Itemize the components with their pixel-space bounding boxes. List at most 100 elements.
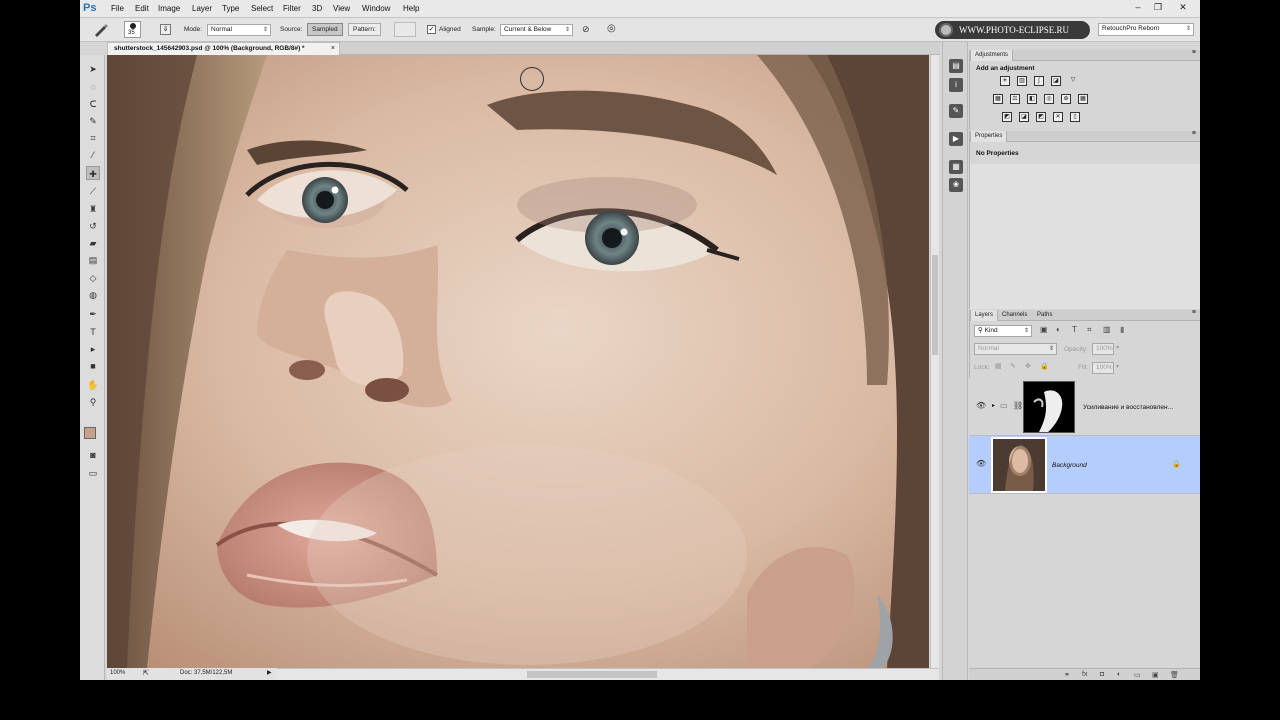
type-tool-icon[interactable]: T (86, 325, 100, 339)
gradient-tool-icon[interactable]: ▤ (86, 253, 100, 267)
path-selection-tool-icon[interactable]: ▸ (86, 342, 100, 356)
minimize-button[interactable]: – (1128, 1, 1148, 14)
tab-channels[interactable]: Channels (998, 310, 1031, 321)
menu-edit[interactable]: Edit (135, 4, 149, 13)
move-tool-icon[interactable]: ➤ (86, 62, 100, 76)
layer-row-group[interactable]: 👁 ▸ ▭ ⛓ Усиливание и восстановлен... (969, 378, 1200, 436)
fill-input[interactable]: 100% (1092, 362, 1114, 374)
close-tab-icon[interactable]: × (331, 43, 335, 55)
styles-icon[interactable]: ❀ (949, 178, 963, 192)
eyedropper-tool-icon[interactable]: ⁄ (86, 148, 100, 162)
add-mask-icon[interactable]: ◘ (1100, 671, 1104, 678)
brush-preset-picker[interactable]: 35 (124, 21, 141, 38)
filter-toggle-icon[interactable]: ▮ (1120, 325, 1124, 334)
blend-mode-select[interactable]: Normal ⇕ (974, 343, 1057, 355)
filter-adjustment-icon[interactable]: ◐ (1056, 325, 1061, 334)
tab-adjustments[interactable]: Adjustments (970, 50, 1014, 61)
sample-select[interactable]: Current & Below ⇕ (500, 24, 573, 36)
brush-presets-icon[interactable]: ✎ (949, 104, 963, 118)
pen-tool-icon[interactable]: ✒ (86, 307, 100, 321)
filter-type-icon[interactable]: T (1072, 325, 1077, 334)
rectangle-tool-icon[interactable]: ■ (86, 359, 100, 373)
lock-position-icon[interactable]: ✥ (1025, 362, 1031, 370)
history-brush-tool-icon[interactable]: ↺ (86, 219, 100, 233)
exposure-icon[interactable]: ◪ (1051, 76, 1061, 86)
document-canvas[interactable] (107, 55, 929, 668)
source-sampled-button[interactable]: Sampled (307, 23, 343, 36)
healing-brush-tool-icon[interactable]: ✚ (86, 166, 100, 180)
brush-tool-icon[interactable]: ⟋ (86, 184, 100, 198)
tab-properties[interactable]: Properties (970, 131, 1008, 142)
layer-row-background[interactable]: 👁 Background 🔒 (969, 436, 1200, 494)
vertical-scrollbar[interactable] (930, 55, 939, 668)
menu-help[interactable]: Help (403, 4, 419, 13)
menu-type[interactable]: Type (222, 4, 239, 13)
filter-shape-icon[interactable]: ⌗ (1087, 325, 1092, 335)
horizontal-scroll-thumb[interactable] (527, 671, 657, 678)
curves-icon[interactable]: ∫ (1034, 76, 1044, 86)
chevron-down-icon[interactable]: ▾ (1116, 344, 1119, 351)
doc-size[interactable]: Doc: 37,5M/122,5M (180, 668, 232, 679)
export-icon[interactable]: ⇱ (143, 668, 149, 679)
workspace-select[interactable]: RetouchPro Reborn ⇕ (1098, 23, 1194, 36)
quick-selection-tool-icon[interactable]: ✎ (86, 114, 100, 128)
menu-image[interactable]: Image (158, 4, 180, 13)
dodge-tool-icon[interactable]: ◍ (86, 288, 100, 302)
color-balance-icon[interactable]: ⚖ (1010, 94, 1020, 104)
clone-stamp-tool-icon[interactable]: ♜ (86, 202, 100, 216)
aligned-checkbox[interactable]: ✓ (427, 25, 436, 34)
vertical-scroll-thumb[interactable] (932, 255, 938, 355)
menu-filter[interactable]: Filter (283, 4, 301, 13)
status-menu-arrow-icon[interactable]: ▶ (267, 668, 272, 679)
document-tab[interactable]: shutterstock_145642903.psd @ 100% (Backg… (107, 42, 340, 55)
source-pattern-button[interactable]: Pattern: (348, 23, 381, 36)
info-icon[interactable]: i (949, 78, 963, 92)
menu-file[interactable]: File (111, 4, 124, 13)
swatches-icon[interactable]: ▦ (949, 160, 963, 174)
new-adjustment-icon[interactable]: ◐ (1117, 671, 1121, 678)
screen-mode-icon[interactable]: ▭ (86, 466, 100, 480)
invert-icon[interactable]: ◩ (1002, 112, 1012, 122)
lasso-tool-icon[interactable]: ᑕ (86, 97, 100, 111)
blur-tool-icon[interactable]: ◇ (86, 271, 100, 285)
actions-icon[interactable]: ▶ (949, 132, 963, 146)
menu-window[interactable]: Window (362, 4, 390, 13)
zoom-tool-icon[interactable]: ⚲ (86, 395, 100, 409)
lock-all-icon[interactable]: 🔒 (1040, 362, 1049, 370)
visibility-eye-icon[interactable]: 👁 (976, 401, 986, 410)
clone-source-icon[interactable]: ⇓ (160, 24, 171, 35)
quick-mask-icon[interactable]: ◙ (86, 448, 100, 462)
chevron-down-icon[interactable]: ▾ (1116, 363, 1119, 370)
color-lookup-icon[interactable]: ▦ (1078, 94, 1088, 104)
restore-button[interactable]: ❐ (1148, 1, 1168, 14)
hue-saturation-icon[interactable]: ▦ (993, 94, 1003, 104)
levels-icon[interactable]: ▥ (1017, 76, 1027, 86)
ignore-adjustment-layers-icon[interactable]: ⊘ (582, 24, 590, 35)
layer-style-icon[interactable]: fx (1082, 671, 1087, 678)
delete-layer-icon[interactable]: 🗑 (1170, 671, 1179, 679)
filter-smart-object-icon[interactable]: ▥ (1103, 325, 1111, 334)
close-button[interactable]: ✕ (1173, 1, 1193, 14)
lock-image-icon[interactable]: ✎ (1010, 362, 1016, 370)
opacity-input[interactable]: 100% (1092, 343, 1114, 355)
vibrance-icon[interactable]: ▽ (1068, 76, 1078, 86)
menu-view[interactable]: View (333, 4, 350, 13)
photo-filter-icon[interactable]: ◎ (1044, 94, 1054, 104)
filter-kind-select[interactable]: ⚲ Kind ⇕ (974, 325, 1032, 337)
hand-tool-icon[interactable]: ✋ (86, 378, 100, 392)
mode-select[interactable]: Normal ⇕ (207, 24, 271, 36)
gradient-map-icon[interactable]: ▯ (1070, 112, 1080, 122)
posterize-icon[interactable]: ◪ (1019, 112, 1029, 122)
filter-pixel-icon[interactable]: ▣ (1040, 325, 1048, 334)
panel-menu-icon[interactable]: ≡ (1192, 130, 1196, 137)
channel-mixer-icon[interactable]: ⊕ (1061, 94, 1071, 104)
marquee-tool-icon[interactable]: ◌ (86, 80, 100, 94)
panel-menu-icon[interactable]: ≡ (1192, 49, 1196, 56)
zoom-level[interactable]: 100% (110, 668, 125, 679)
history-icon[interactable]: ▤ (949, 59, 963, 73)
new-layer-icon[interactable]: ▣ (1152, 671, 1159, 679)
expand-arrow-icon[interactable]: ▸ (992, 402, 995, 409)
menu-select[interactable]: Select (251, 4, 273, 13)
menu-3d[interactable]: 3D (312, 4, 322, 13)
threshold-icon[interactable]: ◩ (1036, 112, 1046, 122)
